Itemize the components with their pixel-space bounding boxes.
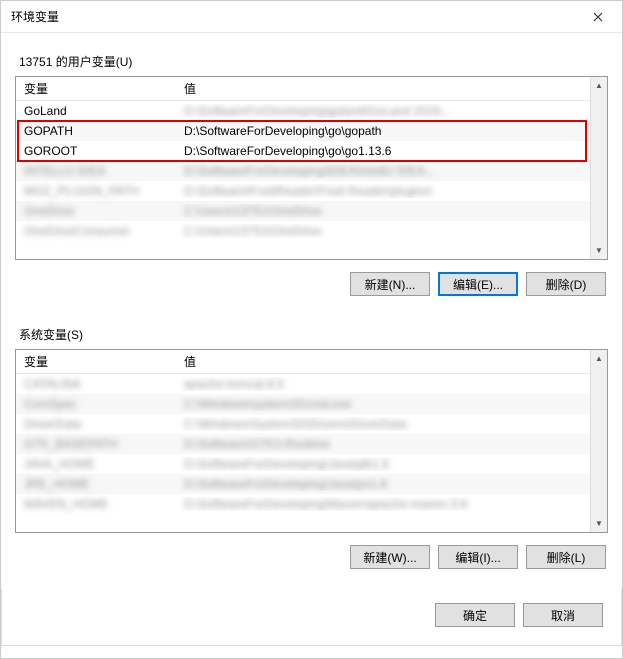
sys-scrollbar[interactable]: ▲ ▼ bbox=[590, 350, 607, 532]
row-value: D:\SoftwareForDeveloping\IDEA\IntelliJ I… bbox=[176, 164, 590, 178]
row-variable: INTELLIJ IDEA bbox=[16, 164, 176, 178]
row-variable: OneDriveConsumer bbox=[16, 224, 176, 238]
dialog-content: 13751 的用户变量(U) 变量 值 GoLandD:\SoftwareFor… bbox=[1, 33, 622, 658]
table-row[interactable]: MAVEN_HOMED:\SoftwareForDeveloping\Maven… bbox=[16, 494, 590, 514]
row-value: D:\SoftwareForDeveloping\goland\GoLand 2… bbox=[176, 104, 590, 118]
row-value: D:\SoftwareForDeveloping\Java\jre1.8 bbox=[176, 477, 590, 491]
row-value: C:\Windows\System32\Drivers\DriverData bbox=[176, 417, 590, 431]
header-variable: 变量 bbox=[16, 353, 176, 370]
table-row[interactable]: GOROOTD:\SoftwareForDeveloping\go\go1.13… bbox=[16, 141, 590, 161]
table-row[interactable]: CATALINAapache-tomcat-8.5 bbox=[16, 374, 590, 394]
titlebar: 环境变量 bbox=[1, 1, 622, 33]
row-variable: JRE_HOME bbox=[16, 477, 176, 491]
sys-vars-group: 系统变量(S) 变量 值 CATALINAapache-tomcat-8.5Co… bbox=[15, 316, 608, 577]
ok-button[interactable]: 确定 bbox=[435, 603, 515, 627]
sys-vars-label: 系统变量(S) bbox=[19, 326, 608, 343]
row-variable: MOZ_PLUGIN_PATH bbox=[16, 184, 176, 198]
row-value: D:\Software\GTK2-Runtime bbox=[176, 437, 590, 451]
header-value: 值 bbox=[176, 353, 590, 370]
row-value: D:\SoftwareForDeveloping\go\go1.13.6 bbox=[176, 144, 590, 158]
row-variable: GOPATH bbox=[16, 124, 176, 138]
table-row[interactable]: OneDriveC:\Users\13751\OneDrive bbox=[16, 201, 590, 221]
row-variable: OneDrive bbox=[16, 204, 176, 218]
row-variable: GTK_BASEPATH bbox=[16, 437, 176, 451]
table-row[interactable]: JRE_HOMED:\SoftwareForDeveloping\Java\jr… bbox=[16, 474, 590, 494]
table-row[interactable]: MOZ_PLUGIN_PATHD:\Software\FoxitReader\F… bbox=[16, 181, 590, 201]
sys-table-header: 变量 值 bbox=[16, 350, 590, 374]
user-scrollbar[interactable]: ▲ ▼ bbox=[590, 77, 607, 259]
table-row[interactable]: INTELLIJ IDEAD:\SoftwareForDeveloping\ID… bbox=[16, 161, 590, 181]
row-value: D:\SoftwareForDeveloping\Java\jdk1.8 bbox=[176, 457, 590, 471]
row-value: C:\Users\13751\OneDrive bbox=[176, 224, 590, 238]
row-variable: GoLand bbox=[16, 104, 176, 118]
row-variable: ComSpec bbox=[16, 397, 176, 411]
cancel-button[interactable]: 取消 bbox=[523, 603, 603, 627]
sys-new-button[interactable]: 新建(W)... bbox=[350, 545, 430, 569]
row-variable: JAVA_HOME bbox=[16, 457, 176, 471]
table-row[interactable]: ComSpecC:\Windows\system32\cmd.exe bbox=[16, 394, 590, 414]
header-variable: 变量 bbox=[16, 80, 176, 97]
user-table-header: 变量 值 bbox=[16, 77, 590, 101]
table-row[interactable]: JAVA_HOMED:\SoftwareForDeveloping\Java\j… bbox=[16, 454, 590, 474]
row-variable: MAVEN_HOME bbox=[16, 497, 176, 511]
row-variable: CATALINA bbox=[16, 377, 176, 391]
scroll-up-icon[interactable]: ▲ bbox=[591, 77, 607, 94]
dialog-footer: 确定 取消 bbox=[1, 589, 622, 646]
env-vars-dialog: 环境变量 13751 的用户变量(U) 变量 值 GoLandD:\Softwa… bbox=[0, 0, 623, 659]
row-value: C:\Windows\system32\cmd.exe bbox=[176, 397, 590, 411]
table-row[interactable]: GTK_BASEPATHD:\Software\GTK2-Runtime bbox=[16, 434, 590, 454]
table-row[interactable]: DriverDataC:\Windows\System32\Drivers\Dr… bbox=[16, 414, 590, 434]
user-delete-button[interactable]: 删除(D) bbox=[526, 272, 606, 296]
user-new-button[interactable]: 新建(N)... bbox=[350, 272, 430, 296]
user-vars-group: 13751 的用户变量(U) 变量 值 GoLandD:\SoftwareFor… bbox=[15, 43, 608, 304]
scroll-down-icon[interactable]: ▼ bbox=[591, 242, 607, 259]
user-vars-table[interactable]: 变量 值 GoLandD:\SoftwareForDeveloping\gola… bbox=[15, 76, 608, 260]
user-edit-button[interactable]: 编辑(E)... bbox=[438, 272, 518, 296]
sys-delete-button[interactable]: 删除(L) bbox=[526, 545, 606, 569]
sys-vars-table[interactable]: 变量 值 CATALINAapache-tomcat-8.5ComSpecC:\… bbox=[15, 349, 608, 533]
table-row[interactable]: GOPATHD:\SoftwareForDeveloping\go\gopath bbox=[16, 121, 590, 141]
table-row[interactable]: OneDriveConsumerC:\Users\13751\OneDrive bbox=[16, 221, 590, 241]
row-value: D:\Software\FoxitReader\Foxit Reader\plu… bbox=[176, 184, 590, 198]
header-value: 值 bbox=[176, 80, 590, 97]
row-value: D:\SoftwareForDeveloping\Maven\apache-ma… bbox=[176, 497, 590, 511]
sys-vars-buttons: 新建(W)... 编辑(I)... 删除(L) bbox=[15, 533, 608, 577]
row-value: D:\SoftwareForDeveloping\go\gopath bbox=[176, 124, 590, 138]
row-value: apache-tomcat-8.5 bbox=[176, 377, 590, 391]
row-variable: DriverData bbox=[16, 417, 176, 431]
sys-edit-button[interactable]: 编辑(I)... bbox=[438, 545, 518, 569]
user-vars-label: 13751 的用户变量(U) bbox=[19, 53, 608, 70]
scroll-up-icon[interactable]: ▲ bbox=[591, 350, 607, 367]
table-row[interactable]: GoLandD:\SoftwareForDeveloping\goland\Go… bbox=[16, 101, 590, 121]
row-variable: GOROOT bbox=[16, 144, 176, 158]
scroll-down-icon[interactable]: ▼ bbox=[591, 515, 607, 532]
close-icon[interactable] bbox=[578, 3, 618, 31]
row-value: C:\Users\13751\OneDrive bbox=[176, 204, 590, 218]
dialog-title: 环境变量 bbox=[11, 8, 59, 25]
user-vars-buttons: 新建(N)... 编辑(E)... 删除(D) bbox=[15, 260, 608, 304]
